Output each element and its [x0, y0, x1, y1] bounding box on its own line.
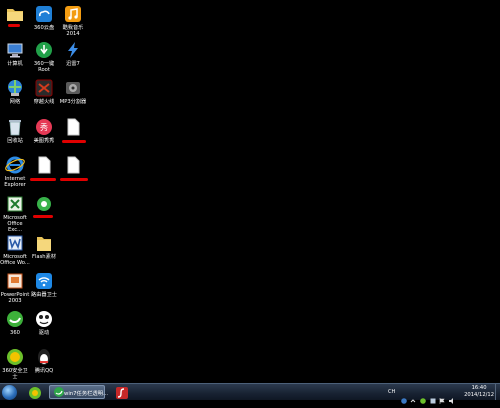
desktop-icon-crossfire[interactable]: 穿越火线 — [29, 78, 59, 105]
redaction-scribble — [8, 24, 20, 27]
taskbar-window-button[interactable]: win7任务栏透明... — [49, 385, 109, 399]
desktop-icon-label: 网络 — [9, 99, 21, 105]
desktop-icon-label: 驱动 — [38, 330, 50, 336]
show-desktop-button[interactable] — [495, 384, 500, 400]
taskbar: win7任务栏透明... CH 16:40 2014/12/12 — [0, 383, 500, 404]
desktop-icon-blank-file-2[interactable] — [58, 117, 88, 137]
desktop: 计算机 网络 回收站 Internet Explorer Microsoft O… — [0, 0, 500, 383]
desktop-icon-powerpoint[interactable]: PowerPoint 2003 — [0, 271, 30, 304]
desktop-icon-360-cloud[interactable]: 360云盘 — [29, 4, 59, 31]
clock[interactable]: 16:40 2014/12/12 — [464, 385, 494, 398]
redaction-scribble — [60, 178, 88, 181]
recycle-bin-icon — [5, 117, 25, 137]
folder-icon — [34, 233, 54, 253]
network-tray-icon[interactable] — [430, 389, 436, 404]
desktop-icon-label: 360 — [10, 330, 20, 336]
desktop-icon-label: Microsoft Office Exc... — [3, 215, 27, 234]
desktop-icon-label: 360安全卫士 — [2, 368, 28, 381]
taskbar-window-label: win7任务栏透明... — [64, 391, 109, 397]
clock-date: 2014/12/12 — [464, 391, 494, 398]
desktop-icon-kuwo-music[interactable]: 酷我音乐 2014 — [58, 4, 88, 37]
desktop-icon-thunder[interactable]: 迅雷7 — [58, 40, 88, 67]
desktop-icon-label: 360一键 Root — [33, 61, 55, 74]
redaction-scribble — [33, 215, 53, 218]
green-app-icon — [34, 194, 54, 214]
desktop-icon-mp3-splitter[interactable]: MP3分割器 — [58, 78, 88, 105]
desktop-icon-blank-file-3[interactable] — [58, 155, 88, 175]
meitu-icon: 秀 — [34, 117, 54, 137]
computer-icon — [5, 40, 25, 60]
desktop-icon-label: 回收站 — [7, 138, 23, 144]
desktop-icon-blank-file-1[interactable] — [29, 155, 59, 175]
desktop-icon-label: 计算机 — [7, 61, 23, 67]
desktop-icon-label: PowerPoint 2003 — [0, 292, 30, 305]
music-icon — [63, 4, 83, 24]
360-safe-icon — [5, 347, 25, 367]
help-icon[interactable] — [401, 389, 407, 404]
flash-icon — [116, 387, 128, 399]
desktop-icon-excel[interactable]: Microsoft Office Exc... — [0, 194, 30, 234]
360-root-icon — [34, 40, 54, 60]
driver-icon — [34, 309, 54, 329]
desktop-icon-label: Flash素材 — [32, 254, 56, 260]
desktop-icon-label: MP3分割器 — [59, 99, 87, 105]
desktop-icon-qq[interactable]: 腾讯QQ — [29, 347, 59, 374]
wifi-icon — [34, 271, 54, 291]
desktop-icon-label: 腾讯QQ — [34, 368, 54, 374]
desktop-icon-flash-folder[interactable]: Flash素材 — [29, 233, 59, 260]
redaction-scribble — [30, 178, 56, 181]
desktop-icon-label: 迅雷7 — [66, 61, 80, 67]
powerpoint-icon — [5, 271, 25, 291]
desktop-icon-360[interactable]: 360 — [0, 309, 30, 336]
desktop-icon-network[interactable]: 网络 — [0, 78, 30, 105]
excel-icon — [5, 194, 25, 214]
360-icon — [29, 387, 41, 399]
360-tray-icon[interactable] — [420, 389, 426, 404]
desktop-icon-router-guard[interactable]: 路由器卫士 — [29, 271, 59, 298]
language-indicator[interactable]: CH — [388, 389, 395, 395]
cloud-drive-icon — [34, 4, 54, 24]
network-icon — [5, 78, 25, 98]
volume-icon[interactable] — [449, 389, 455, 404]
desktop-icon-label: Microsoft Office Wo... — [0, 254, 30, 267]
file-icon — [34, 155, 54, 175]
desktop-icon-word[interactable]: Microsoft Office Wo... — [0, 233, 30, 266]
desktop-icon-meitu[interactable]: 秀 美图秀秀 — [29, 117, 59, 144]
folder-icon — [5, 4, 25, 24]
crossfire-icon — [34, 78, 54, 98]
system-tray: CH 16:40 2014/12/12 — [388, 384, 500, 404]
thunder-icon — [63, 40, 83, 60]
desktop-icon-computer[interactable]: 计算机 — [0, 40, 30, 67]
taskbar-pinned-360-button[interactable] — [28, 385, 44, 399]
desktop-icon-internet-explorer[interactable]: Internet Explorer — [0, 155, 30, 188]
file-icon — [63, 155, 83, 175]
desktop-icon-label: 穿越火线 — [33, 99, 55, 105]
desktop-icon-label: 360云盘 — [33, 25, 55, 31]
desktop-icon-recycle-bin[interactable]: 回收站 — [0, 117, 30, 144]
file-icon — [63, 117, 83, 137]
desktop-icon-label: Internet Explorer — [4, 176, 26, 189]
desktop-icon-label: 美图秀秀 — [33, 138, 55, 144]
word-icon — [5, 233, 25, 253]
desktop-icon-green-app[interactable] — [29, 194, 59, 214]
qq-icon — [34, 347, 54, 367]
desktop-icon-label: 酷我音乐 2014 — [62, 25, 84, 38]
ie-icon — [5, 155, 25, 175]
360-icon — [5, 309, 25, 329]
show-hidden-icons-icon[interactable] — [410, 389, 416, 403]
desktop-icon-label: 路由器卫士 — [31, 292, 57, 298]
desktop-icon-user-folder[interactable] — [0, 4, 30, 25]
desktop-icon-driver[interactable]: 驱动 — [29, 309, 59, 336]
flag-icon[interactable] — [439, 389, 445, 404]
desktop-icon-360-safe[interactable]: 360安全卫士 — [0, 347, 30, 380]
desktop-icon-360-root[interactable]: 360一键 Root — [29, 40, 59, 73]
taskbar-pinned-flash-button[interactable] — [115, 385, 131, 399]
redaction-scribble — [62, 140, 86, 143]
start-button[interactable] — [2, 385, 17, 400]
mp3-splitter-icon — [63, 78, 83, 98]
svg-text:秀: 秀 — [40, 122, 48, 132]
